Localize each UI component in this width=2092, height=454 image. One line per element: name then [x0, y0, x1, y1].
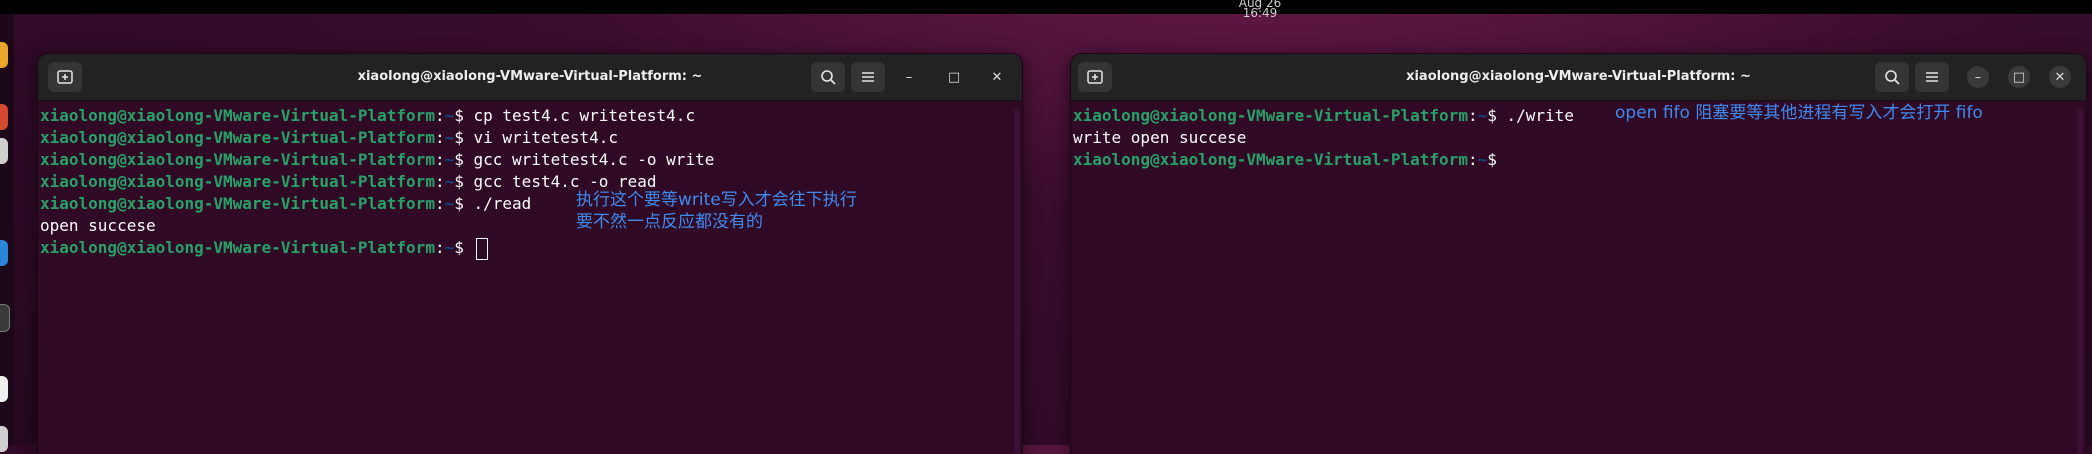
maximize-button[interactable]: □: [2008, 66, 2030, 88]
terminal-window-right[interactable]: xiaolong@xiaolong-VMware-Virtual-Platfor…: [1071, 54, 2086, 454]
search-icon: [821, 70, 836, 85]
terminal-line: xiaolong@xiaolong-VMware-Virtual-Platfor…: [1073, 150, 1497, 169]
dock: [0, 14, 14, 452]
terminal-output[interactable]: xiaolong@xiaolong-VMware-Virtual-Platfor…: [38, 101, 1022, 454]
terminal-line: write open succese: [1073, 128, 1247, 147]
minimize-icon: –: [1974, 69, 1982, 85]
terminal-output[interactable]: xiaolong@xiaolong-VMware-Virtual-Platfor…: [1071, 101, 2086, 454]
dock-app-icon[interactable]: [0, 138, 8, 164]
dock-app-icon[interactable]: [0, 376, 8, 402]
search-button[interactable]: [811, 62, 845, 92]
annotation-note: open fifo 阻塞要等其他进程有写入才会打开 fifo: [1615, 103, 1983, 123]
dock-app-icon[interactable]: [0, 240, 8, 266]
dock-terminal-icon[interactable]: [0, 304, 10, 332]
minimize-icon: –: [905, 69, 913, 85]
terminal-line: xiaolong@xiaolong-VMware-Virtual-Platfor…: [38, 237, 1022, 260]
maximize-icon: □: [947, 69, 961, 85]
terminal-window-left[interactable]: xiaolong@xiaolong-VMware-Virtual-Platfor…: [38, 54, 1022, 454]
title-bar[interactable]: xiaolong@xiaolong-VMware-Virtual-Platfor…: [1071, 54, 2086, 101]
close-icon: ✕: [991, 69, 1003, 85]
scrollbar[interactable]: [2077, 109, 2083, 454]
maximize-button[interactable]: □: [943, 66, 965, 88]
close-button[interactable]: ✕: [986, 66, 1008, 88]
dock-app-icon[interactable]: [0, 104, 8, 130]
terminal-line: xiaolong@xiaolong-VMware-Virtual-Platfor…: [40, 106, 696, 125]
text-cursor: [475, 237, 488, 260]
hamburger-menu-icon: [862, 72, 874, 82]
dock-app-icon[interactable]: [0, 426, 8, 452]
annotation-note: 执行这个要等write写入才会往下执行 要不然一点反应都没有的: [576, 190, 857, 232]
close-button[interactable]: ✕: [2049, 66, 2071, 88]
terminal-line: xiaolong@xiaolong-VMware-Virtual-Platfor…: [40, 172, 657, 191]
search-button[interactable]: [1875, 62, 1909, 92]
terminal-line: xiaolong@xiaolong-VMware-Virtual-Platfor…: [40, 194, 532, 213]
title-bar[interactable]: xiaolong@xiaolong-VMware-Virtual-Platfor…: [38, 54, 1022, 101]
close-icon: ✕: [2054, 69, 2066, 85]
scrollbar[interactable]: [1014, 109, 1020, 454]
top-bar: Aug 26 16:49: [0, 0, 2092, 19]
minimize-button[interactable]: –: [1967, 66, 1989, 88]
menu-button[interactable]: [1915, 62, 1949, 92]
maximize-icon: □: [2012, 69, 2026, 85]
terminal-line: xiaolong@xiaolong-VMware-Virtual-Platfor…: [40, 150, 715, 169]
terminal-line: xiaolong@xiaolong-VMware-Virtual-Platfor…: [40, 128, 619, 147]
minimize-button[interactable]: –: [898, 66, 920, 88]
menu-button[interactable]: [851, 62, 885, 92]
search-icon: [1885, 70, 1900, 85]
clock[interactable]: Aug 26 16:49: [1220, 0, 1300, 19]
hamburger-menu-icon: [1926, 72, 1938, 82]
terminal-line: open succese: [40, 216, 156, 235]
dock-app-icon[interactable]: [0, 42, 8, 68]
